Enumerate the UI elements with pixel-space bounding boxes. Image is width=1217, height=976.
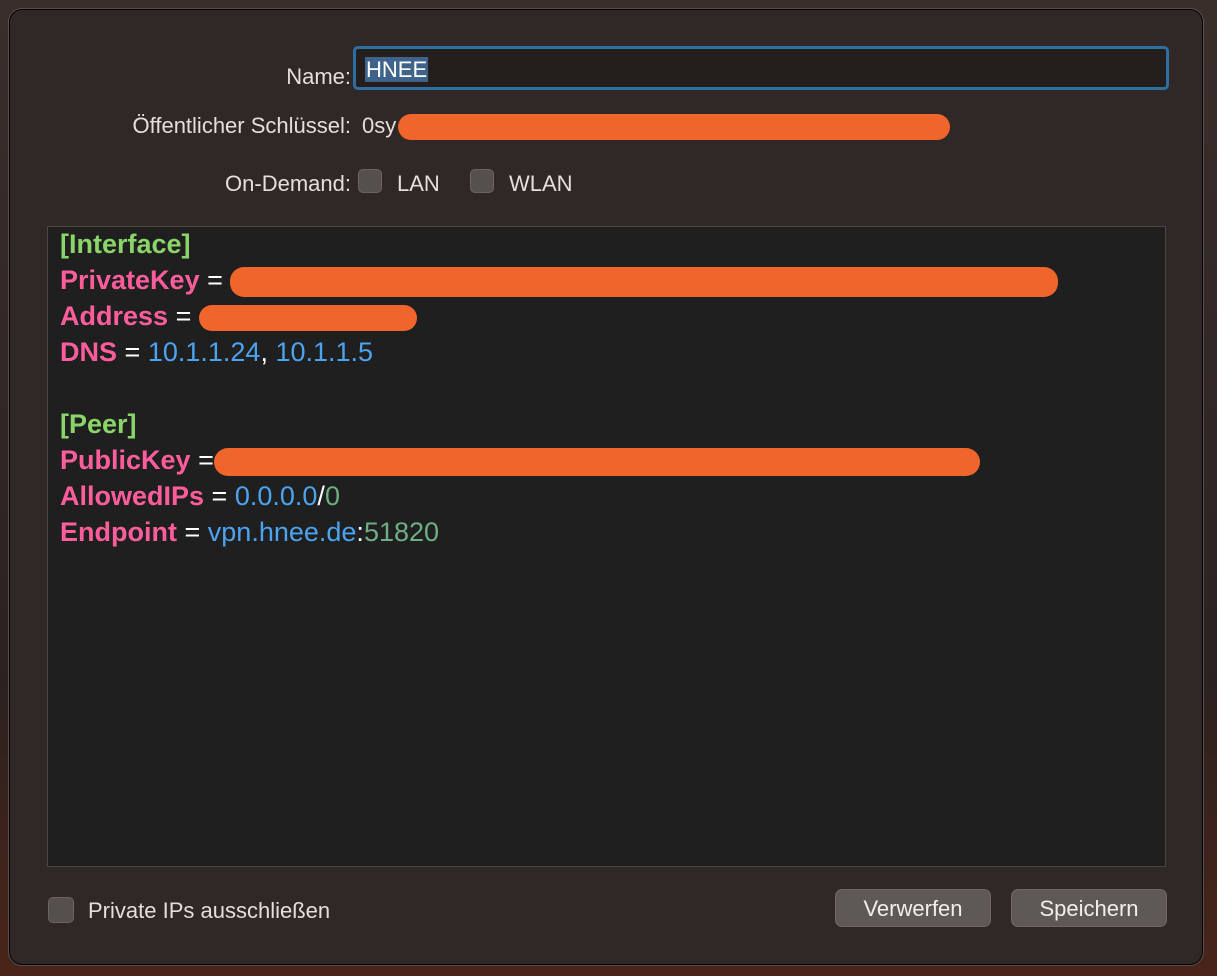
endpoint-key: Endpoint	[60, 517, 177, 547]
endpoint-colon: :	[356, 517, 364, 547]
equals-sign: =	[198, 445, 214, 475]
redaction-mark	[198, 304, 417, 331]
peer-section-header: [Peer]	[60, 409, 137, 439]
allowedips-key: AllowedIPs	[60, 481, 205, 511]
allowedips-ip: 0.0.0.0	[234, 481, 318, 511]
on-demand-lan-label[interactable]: LAN	[397, 171, 440, 197]
equals-sign: =	[175, 301, 192, 331]
privatekey-key: PrivateKey	[60, 265, 200, 295]
public-key-value: 0sy	[362, 113, 951, 141]
allowedips-mask: 0	[324, 481, 340, 511]
name-input[interactable]: HNEE	[353, 46, 1169, 90]
name-label: Name:	[286, 64, 351, 89]
dns-separator: ,	[260, 337, 268, 367]
address-line: Address =	[60, 301, 417, 332]
endpoint-port: 51820	[363, 517, 440, 547]
dns-key: DNS	[60, 337, 118, 367]
redaction-mark	[398, 114, 951, 141]
public-key-label: Öffentlicher Schlüssel:	[132, 113, 351, 138]
public-key-prefix: 0sy	[362, 113, 397, 138]
on-demand-label: On-Demand:	[225, 171, 351, 196]
allowedips-line: AllowedIPs = 0.0.0.0/0	[60, 481, 340, 512]
redaction-mark	[213, 447, 980, 476]
equals-sign: =	[124, 337, 141, 367]
endpoint-host: vpn.hnee.de	[207, 517, 357, 547]
config-text-editor[interactable]: [Interface] PrivateKey = Address = DNS =…	[47, 226, 1166, 867]
dns-value-2: 10.1.1.5	[275, 337, 374, 367]
interface-section-header: [Interface]	[60, 229, 191, 259]
on-demand-lan-checkbox[interactable]	[358, 169, 382, 193]
redaction-mark	[230, 266, 1059, 297]
save-button[interactable]: Speichern	[1011, 889, 1167, 927]
dns-value-1: 10.1.1.24	[147, 337, 261, 367]
edit-tunnel-sheet: Name: HNEE Öffentlicher Schlüssel: 0sy O…	[8, 8, 1204, 966]
equals-sign: =	[211, 481, 228, 511]
publickey-line: PublicKey =	[60, 445, 980, 476]
on-demand-wlan-checkbox[interactable]	[470, 169, 494, 193]
dns-line: DNS = 10.1.1.24, 10.1.1.5	[60, 337, 373, 368]
name-input-value: HNEE	[365, 57, 429, 82]
exclude-private-ips-checkbox[interactable]	[48, 897, 74, 923]
on-demand-wlan-label[interactable]: WLAN	[509, 171, 573, 197]
endpoint-line: Endpoint = vpn.hnee.de:51820	[60, 517, 439, 548]
equals-sign: =	[184, 517, 201, 547]
exclude-private-ips-label[interactable]: Private IPs ausschließen	[88, 898, 330, 924]
privatekey-line: PrivateKey =	[60, 265, 1059, 297]
address-key: Address	[60, 301, 169, 331]
allowedips-slash: /	[317, 481, 325, 511]
equals-sign: =	[207, 265, 223, 295]
publickey-key: PublicKey	[60, 445, 191, 475]
discard-button[interactable]: Verwerfen	[835, 889, 991, 927]
